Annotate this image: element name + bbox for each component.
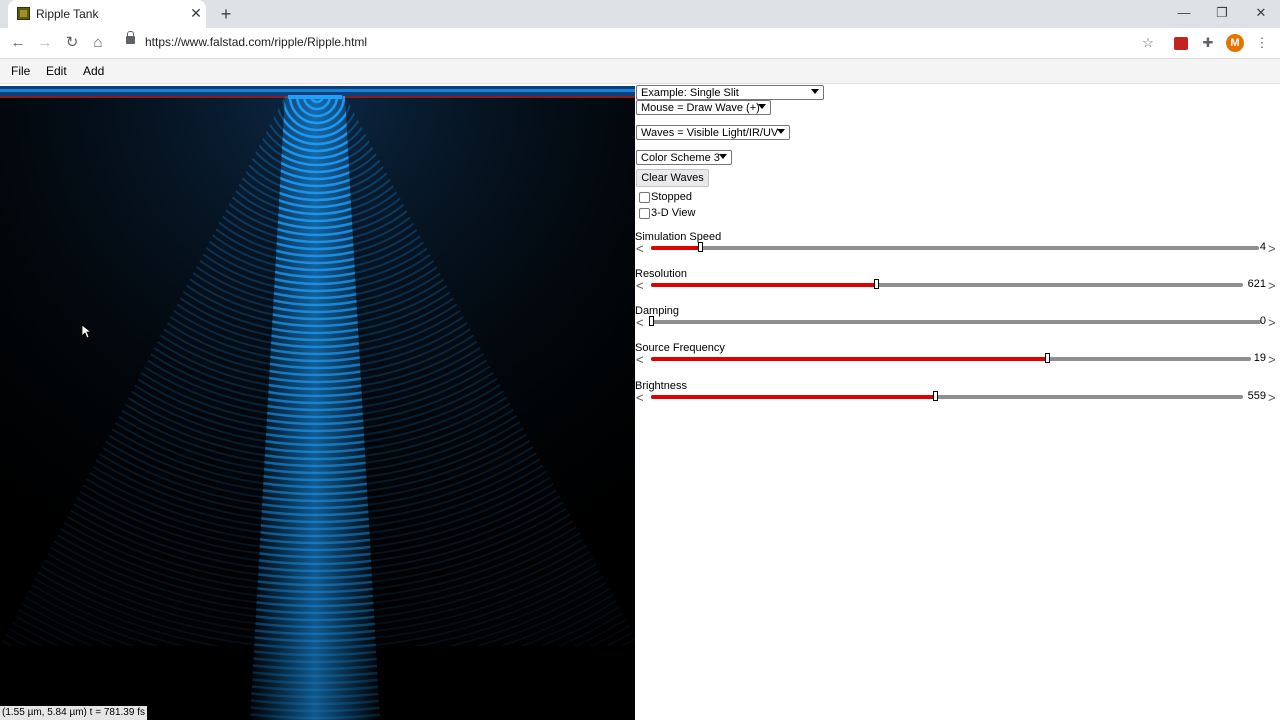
ripple-simulation-canvas[interactable] (0, 86, 635, 720)
slider-value-speed: 4 (1259, 241, 1266, 253)
forward-button[interactable]: → (35, 34, 55, 52)
slider-thumb[interactable] (649, 316, 654, 326)
slider-decrement-damping[interactable]: < (636, 316, 644, 329)
example-select-value: Example: Single Slit (641, 87, 739, 99)
tab-close-icon[interactable]: ✕ (188, 5, 204, 21)
chevron-down-icon (719, 154, 727, 159)
app-menubar: File Edit Add (0, 59, 1280, 84)
address-bar[interactable]: https://www.falstad.com/ripple/Ripple.ht… (118, 31, 1168, 54)
slider-label-frequency: Source Frequency (635, 342, 725, 354)
slider-fill (651, 357, 1047, 361)
slider-thumb[interactable] (698, 242, 703, 252)
3d-view-checkbox[interactable] (639, 208, 650, 219)
chevron-down-icon (777, 129, 785, 134)
slider-decrement-brightness[interactable]: < (636, 391, 644, 404)
slider-fill (651, 283, 876, 287)
slider-fill (651, 395, 935, 399)
close-window-button[interactable]: ✕ (1251, 4, 1271, 22)
slider-thumb[interactable] (933, 391, 938, 401)
home-button[interactable]: ⌂ (88, 34, 108, 52)
lock-icon (126, 31, 135, 44)
slider-frequency[interactable] (651, 353, 1251, 363)
mouse-mode-select[interactable]: Mouse = Draw Wave (+) (636, 100, 771, 115)
slider-speed[interactable] (651, 242, 1259, 252)
slider-thumb[interactable] (1045, 353, 1050, 363)
slider-increment-damping[interactable]: > (1268, 316, 1276, 329)
slider-thumb[interactable] (874, 279, 879, 289)
tab-title: Ripple Tank (36, 7, 99, 21)
menu-add[interactable]: Add (83, 64, 104, 78)
menu-edit[interactable]: Edit (46, 64, 67, 78)
slider-increment-frequency[interactable]: > (1268, 353, 1276, 366)
pdf-extension-icon[interactable] (1174, 37, 1188, 50)
extensions-icon[interactable]: ✚ (1201, 36, 1215, 50)
menu-file[interactable]: File (11, 64, 30, 78)
browser-menu-icon[interactable]: ⋮ (1255, 36, 1269, 50)
slider-increment-resolution[interactable]: > (1268, 279, 1276, 292)
slider-brightness[interactable] (651, 391, 1243, 401)
clear-waves-button[interactable]: Clear Waves (636, 169, 709, 187)
slider-increment-speed[interactable]: > (1268, 242, 1276, 255)
stopped-checkbox[interactable] (639, 192, 650, 203)
url-text: https://www.falstad.com/ripple/Ripple.ht… (145, 35, 368, 49)
wave-field (0, 86, 635, 720)
slider-value-resolution: 621 (1247, 278, 1266, 290)
slider-value-frequency: 19 (1253, 352, 1266, 364)
mouse-mode-value: Mouse = Draw Wave (+) (641, 102, 760, 114)
minimize-button[interactable]: — (1174, 4, 1194, 22)
tab-strip: Ripple Tank ✕ + — ❐ ✕ (0, 0, 1280, 28)
back-button[interactable]: ← (8, 34, 28, 52)
mouse-cursor-icon (82, 325, 92, 339)
browser-toolbar: ← → ↻ ⌂ https://www.falstad.com/ripple/R… (0, 28, 1280, 59)
maximize-button[interactable]: ❐ (1212, 4, 1232, 22)
slider-increment-brightness[interactable]: > (1268, 391, 1276, 404)
waves-select[interactable]: Waves = Visible Light/IR/UV (636, 125, 790, 140)
example-select[interactable]: Example: Single Slit (636, 85, 824, 100)
new-tab-button[interactable]: + (216, 4, 236, 24)
coordinate-readout: (1.55 µm, 5.84 µm) t = 781.39 fs (0, 706, 147, 720)
waves-value: Waves = Visible Light/IR/UV (641, 127, 779, 139)
slider-decrement-speed[interactable]: < (636, 242, 644, 255)
slider-decrement-frequency[interactable]: < (636, 353, 644, 366)
slider-value-damping: 0 (1259, 315, 1266, 327)
slider-resolution[interactable] (651, 279, 1243, 289)
reload-button[interactable]: ↻ (62, 34, 82, 52)
slider-damping[interactable] (649, 316, 1261, 326)
stopped-label: Stopped (651, 191, 692, 203)
slider-decrement-resolution[interactable]: < (636, 279, 644, 292)
bookmark-star-icon[interactable]: ☆ (1141, 36, 1155, 50)
color-scheme-select[interactable]: Color Scheme 3 (636, 150, 732, 165)
slider-fill (651, 246, 700, 250)
slider-label-speed: Simulation Speed (635, 231, 722, 243)
3d-view-label: 3-D View (651, 207, 696, 219)
favicon-icon (17, 7, 30, 20)
tab-ripple-tank[interactable]: Ripple Tank ✕ (8, 0, 206, 28)
slider-value-brightness: 559 (1247, 390, 1266, 402)
chevron-down-icon (811, 89, 819, 94)
chevron-down-icon (758, 104, 766, 109)
color-scheme-value: Color Scheme 3 (641, 152, 720, 164)
profile-avatar[interactable]: M (1226, 34, 1244, 52)
